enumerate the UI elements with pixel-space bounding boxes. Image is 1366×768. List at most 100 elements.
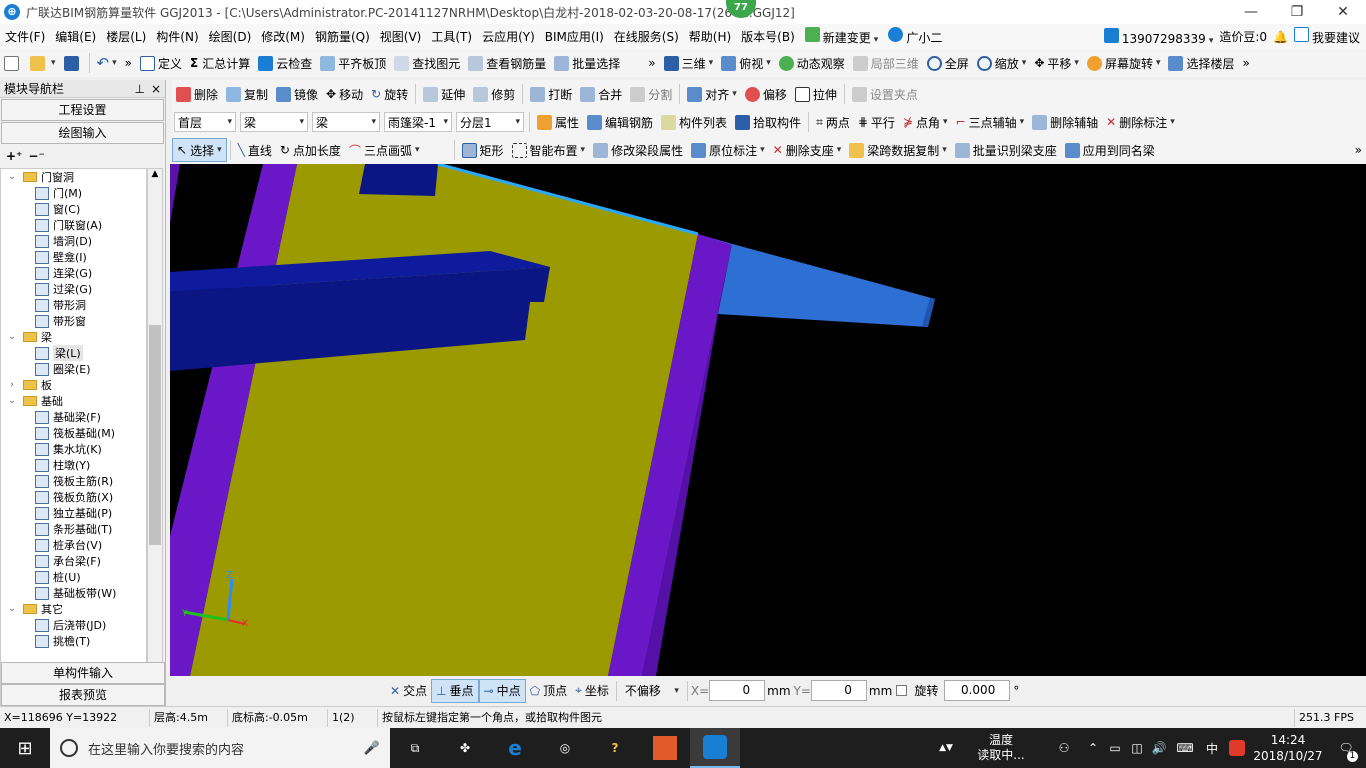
layer-select[interactable]: 分层1 bbox=[456, 112, 524, 132]
tree-item[interactable]: 集水坑(K) bbox=[1, 441, 146, 457]
stretch-button[interactable]: 拉伸 bbox=[791, 82, 841, 106]
3d-view-button[interactable]: 三维 bbox=[660, 51, 718, 75]
drawing-input-button[interactable]: 绘图输入 bbox=[1, 122, 164, 144]
trim-button[interactable]: 修剪 bbox=[469, 82, 519, 106]
tree-item[interactable]: 窗(C) bbox=[1, 201, 146, 217]
tree-item[interactable]: 桩承台(V) bbox=[1, 537, 146, 553]
menu-view[interactable]: 视图(V) bbox=[375, 28, 427, 45]
offset-mode-select[interactable]: 不偏移 bbox=[622, 681, 682, 701]
tree-folder[interactable]: › 板 bbox=[1, 377, 146, 393]
blue-beam-body[interactable] bbox=[718, 244, 935, 327]
extend-button[interactable]: 延伸 bbox=[419, 82, 469, 106]
rotate-input[interactable]: 0.000 bbox=[944, 680, 1011, 701]
three-point-axis-button[interactable]: ⌐ 三点辅轴 bbox=[952, 110, 1029, 134]
tray-expand-icon[interactable]: ⌃ bbox=[1082, 728, 1104, 768]
snap-intersection[interactable]: ✕ 交点 bbox=[386, 679, 431, 703]
pick-component-button[interactable]: 拾取构件 bbox=[731, 110, 805, 134]
taskbar-search[interactable]: 在这里输入你要搜索的内容 🎤 bbox=[50, 728, 390, 768]
pdf-app-icon[interactable] bbox=[640, 728, 690, 768]
tree-item[interactable]: 梁(L) bbox=[1, 345, 146, 361]
tree-item[interactable]: 门联窗(A) bbox=[1, 217, 146, 233]
select-floor-button[interactable]: 选择楼层 bbox=[1164, 51, 1238, 75]
tree-item[interactable]: 门(M) bbox=[1, 185, 146, 201]
expand-toggle-icon[interactable]: › bbox=[7, 380, 17, 390]
tree-item[interactable]: 筏板负筋(X) bbox=[1, 489, 146, 505]
battery-icon[interactable]: ▭ bbox=[1104, 728, 1126, 768]
pin-icon[interactable]: ⊥ bbox=[134, 82, 144, 96]
tree-item[interactable]: 桩(U) bbox=[1, 569, 146, 585]
delete-button[interactable]: 删除 bbox=[172, 82, 222, 106]
collapse-toggle-icon[interactable]: ⌄ bbox=[7, 396, 17, 406]
break-button[interactable]: 打断 bbox=[526, 82, 576, 106]
project-settings-button[interactable]: 工程设置 bbox=[1, 99, 164, 121]
tree-folder[interactable]: ⌄ 其它 bbox=[1, 601, 146, 617]
toolbar-overflow-icon[interactable]: » bbox=[121, 51, 136, 75]
rotate-checkbox[interactable] bbox=[896, 685, 908, 696]
new-file-icon[interactable] bbox=[0, 51, 26, 75]
menu-file[interactable]: 文件(F) bbox=[0, 28, 50, 45]
edge-icon[interactable]: e bbox=[490, 728, 540, 768]
menu-tools[interactable]: 工具(T) bbox=[426, 28, 477, 45]
tree-item[interactable]: 后浇带(JD) bbox=[1, 617, 146, 633]
navy-beam-top[interactable] bbox=[359, 164, 438, 196]
microphone-icon[interactable]: 🎤 bbox=[364, 741, 380, 756]
network-icon[interactable]: ◫ bbox=[1126, 728, 1148, 768]
snap-midpoint[interactable]: ⊸ 中点 bbox=[478, 678, 526, 703]
close-icon[interactable]: ✕ bbox=[1320, 0, 1366, 24]
local-3d-button[interactable]: 局部三维 bbox=[849, 51, 923, 75]
report-preview-button[interactable]: 报表预览 bbox=[1, 684, 165, 706]
menu-rebar[interactable]: 钢筋量(Q) bbox=[310, 28, 375, 45]
select-button[interactable]: ↖ 选择 bbox=[172, 138, 227, 162]
tree-item[interactable]: 墙洞(D) bbox=[1, 233, 146, 249]
menu-bim[interactable]: BIM应用(I) bbox=[540, 28, 609, 45]
tree-item[interactable]: 圈梁(E) bbox=[1, 361, 146, 377]
feedback-button[interactable]: 我要建议 bbox=[1293, 27, 1360, 46]
fullscreen-button[interactable]: 全屏 bbox=[923, 51, 973, 75]
tree-item[interactable]: 壁龛(I) bbox=[1, 249, 146, 265]
copy-button[interactable]: 复制 bbox=[222, 82, 272, 106]
tree-item[interactable]: 独立基础(P) bbox=[1, 505, 146, 521]
delete-dimension-button[interactable]: ✕ 删除标注 bbox=[1102, 110, 1179, 134]
toolbar-overflow-icon[interactable]: » bbox=[1239, 51, 1254, 75]
top-view-button[interactable]: 俯视 bbox=[717, 51, 775, 75]
type-select-1[interactable]: 梁 bbox=[240, 112, 308, 132]
set-grip-button[interactable]: 设置夹点 bbox=[848, 82, 922, 106]
toolbar-overflow-icon[interactable]: » bbox=[644, 51, 659, 75]
floor-select[interactable]: 首层 bbox=[174, 112, 236, 132]
line-button[interactable]: ╲ 直线 bbox=[234, 138, 276, 162]
pan-button[interactable]: ✥ 平移 bbox=[1030, 51, 1083, 75]
menu-online[interactable]: 在线服务(S) bbox=[609, 28, 684, 45]
tree-item[interactable]: 基础板带(W) bbox=[1, 585, 146, 601]
glodon-app-icon[interactable] bbox=[690, 728, 740, 768]
tree-item[interactable]: 筏板基础(M) bbox=[1, 425, 146, 441]
tree-folder[interactable]: ⌄ 梁 bbox=[1, 329, 146, 345]
nav-close-icon[interactable]: × bbox=[151, 82, 161, 96]
bell-icon[interactable]: 🔔 bbox=[1273, 30, 1288, 44]
align-button[interactable]: 对齐 bbox=[683, 82, 741, 106]
rectangle-button[interactable]: 矩形 bbox=[458, 138, 508, 162]
move-button[interactable]: ✥ 移动 bbox=[322, 82, 367, 106]
tree-item[interactable]: 条形基础(T) bbox=[1, 521, 146, 537]
menu-version[interactable]: 版本号(B) bbox=[736, 28, 800, 45]
show-desktop-scroll-icon[interactable]: ▲▼ bbox=[936, 728, 956, 768]
span-data-copy-button[interactable]: 梁跨数据复制 bbox=[845, 138, 951, 162]
tree-item[interactable]: 柱墩(Y) bbox=[1, 457, 146, 473]
rotate-button[interactable]: ↻ 旋转 bbox=[367, 82, 412, 106]
tree-item[interactable]: 筏板主筋(R) bbox=[1, 473, 146, 489]
delete-support-button[interactable]: ✕ 删除支座 bbox=[769, 138, 846, 162]
tree-item[interactable]: 承台梁(F) bbox=[1, 553, 146, 569]
define-button[interactable]: 定义 bbox=[136, 51, 186, 75]
save-icon[interactable] bbox=[60, 51, 86, 75]
windows-start-icon[interactable]: ⊞ bbox=[0, 728, 50, 768]
type-select-2[interactable]: 梁 bbox=[312, 112, 380, 132]
calculate-button[interactable]: Σ 汇总计算 bbox=[186, 51, 254, 75]
menu-modify[interactable]: 修改(M) bbox=[256, 28, 310, 45]
volume-icon[interactable]: 🔊 bbox=[1148, 728, 1170, 768]
task-view-icon[interactable]: ⧉ bbox=[390, 728, 440, 768]
menu-edit[interactable]: 编辑(E) bbox=[50, 28, 101, 45]
3d-scene[interactable]: Z X Y bbox=[170, 164, 1366, 676]
batch-identify-support-button[interactable]: 批量识别梁支座 bbox=[951, 138, 1061, 162]
clock[interactable]: 14:24 2018/10/27 bbox=[1250, 732, 1326, 764]
assistant-button[interactable]: 广小二 bbox=[883, 27, 947, 46]
tree-item[interactable]: 过梁(G) bbox=[1, 281, 146, 297]
